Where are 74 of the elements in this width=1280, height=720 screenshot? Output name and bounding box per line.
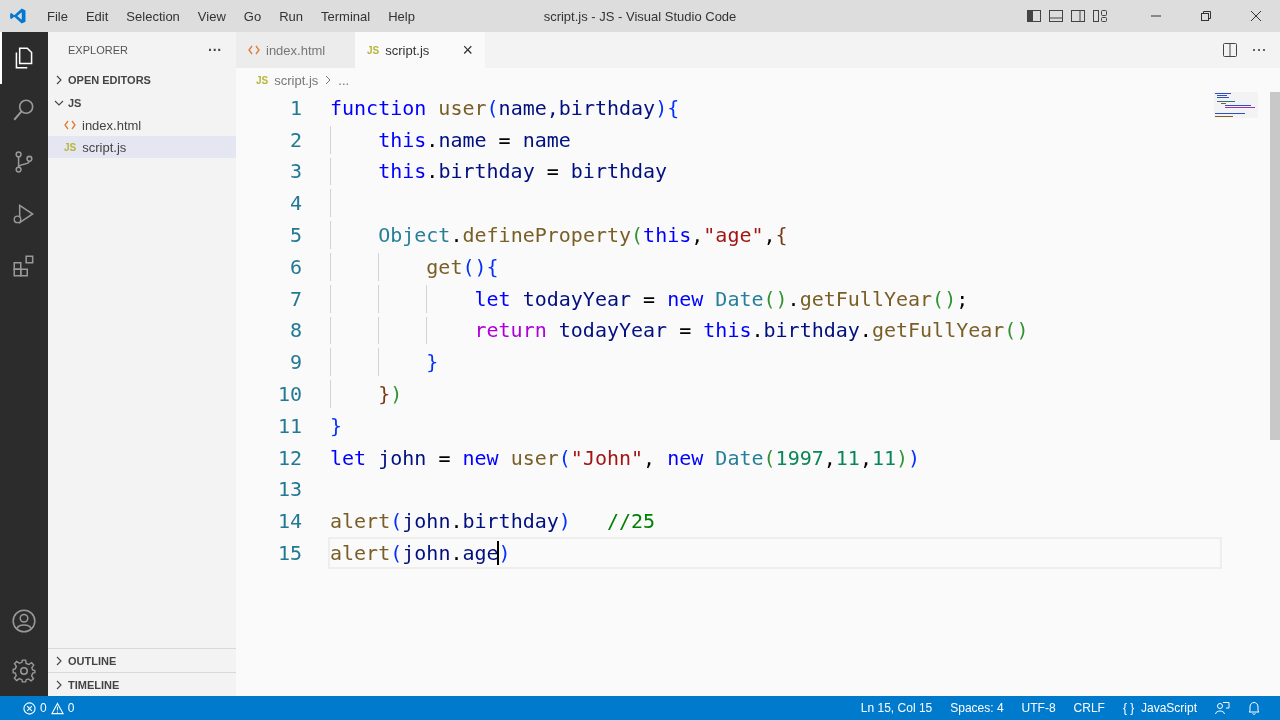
file-name: script.js [82,139,127,155]
more-actions-button[interactable]: ··· [208,42,222,58]
code-brackets-icon [248,45,260,55]
line-number: 3 [288,159,302,184]
line-number: 12 [276,445,302,470]
code-line: }) [377,382,403,407]
code-line: } [330,413,343,438]
code-line: this.birthday = birthday [377,159,668,184]
menu-item[interactable]: Go [234,8,271,24]
line-number: 13 [276,477,302,502]
status-item[interactable]: CRLF [1064,701,1114,715]
menu-item[interactable]: View [188,8,235,24]
sidebar-title: EXPLORER [68,44,128,56]
window-title: script.js - JS - Visual Studio Code [543,8,737,24]
account-icon[interactable] [11,608,37,634]
layout-icon[interactable] [1092,8,1108,24]
line-number: 8 [288,318,302,343]
file-type-label: JS [256,74,269,86]
menu-item[interactable]: File [38,8,77,24]
line-number: 14 [276,509,302,534]
line-number: 9 [288,350,302,375]
editor-tab[interactable]: JS script.js × [355,32,485,68]
code-line: let john = new user("John", new Date(1997,11,11)) [330,445,921,470]
menu-item[interactable]: Edit [76,8,118,24]
menu-item[interactable]: Run [270,8,312,24]
code-line: this.name = name [377,127,571,152]
breadcrumb-item[interactable]: ... [338,72,350,88]
warning-icon [50,701,64,715]
code-line: function user(name,birthday){ [330,95,680,120]
minimap [1214,92,1258,118]
line-number: 7 [288,286,302,311]
file-type-label: JS [64,141,77,153]
editor-tab[interactable]: index.html [236,32,355,68]
line-number: 1 [288,95,302,120]
file-name: index.html [82,117,142,133]
status-item[interactable]: UTF-8 [1012,701,1065,715]
line-number: 6 [288,254,302,279]
bell-icon[interactable] [1246,700,1262,716]
language-mode[interactable]: { } JavaScript [1113,701,1206,715]
code-line: alert(john.birthday) //25 [330,509,656,534]
code-line: Object.defineProperty(this,"age",{ [377,223,788,248]
code-line: get(){ [425,254,499,279]
problems-indicator[interactable]: 0 0 [14,701,84,715]
status-item[interactable]: Spaces: 4 [941,701,1013,715]
chevron-right-icon [324,75,333,85]
section-header[interactable]: JS [48,91,236,114]
line-number: 15 [276,541,302,566]
feedback-icon[interactable] [1214,700,1230,716]
line-number: 10 [276,382,302,407]
menu-item[interactable]: Selection [117,8,189,24]
split-editor-icon[interactable] [1222,42,1238,58]
code-brackets-icon [64,120,76,130]
explorer-file-row[interactable]: index.html [48,114,236,136]
status-item[interactable]: Ln 15, Col 15 [851,701,942,715]
line-number: 5 [288,223,302,248]
sidebar-toggle-icon[interactable] [1026,8,1042,24]
scrollbar-thumb[interactable] [1270,92,1280,440]
settings-icon[interactable] [11,658,37,684]
breadcrumb-item[interactable]: script.js [274,72,319,88]
menu-item[interactable]: Terminal [312,8,380,24]
split-layout-icon[interactable] [1070,8,1086,24]
app-logo-icon [9,7,27,25]
line-number: 2 [288,127,302,152]
code-line: return todayYear = this.birthday.getFullYear() [473,318,1029,343]
panel-toggle-icon[interactable] [1048,8,1064,24]
code-line: } [425,350,439,375]
code-line: let todayYear = new Date().getFullYear(); [473,286,969,311]
code-line: alert(john.age) [330,541,511,566]
section-header[interactable]: OPEN EDITORS [48,68,236,91]
menu-item[interactable]: Help [379,8,424,24]
explorer-file-row[interactable]: JS script.js [48,136,236,158]
error-icon [23,701,36,715]
line-number: 11 [276,413,302,438]
line-number: 4 [288,191,302,216]
